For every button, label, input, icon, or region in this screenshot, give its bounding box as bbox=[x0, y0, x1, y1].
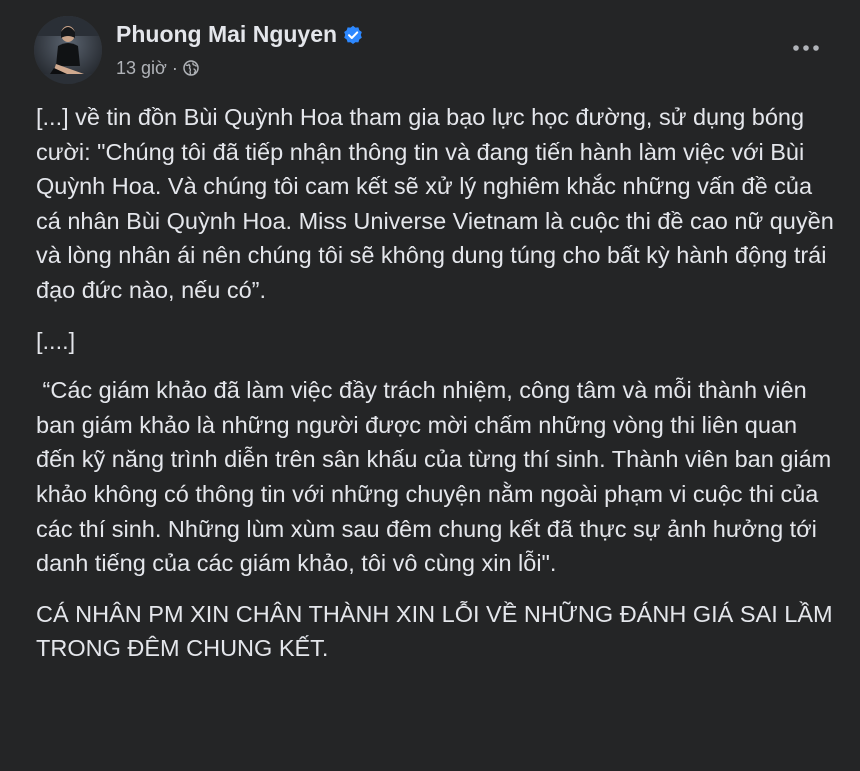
facebook-post: Phuong Mai Nguyen 13 giờ · [...] về tin đ… bbox=[0, 0, 860, 771]
post-paragraph-4: CÁ NHÂN PM XIN CHÂN THÀNH XIN LỖI VỀ NHỮ… bbox=[36, 600, 833, 662]
more-options-button[interactable] bbox=[784, 32, 828, 64]
post-timestamp[interactable]: 13 giờ bbox=[116, 58, 167, 78]
avatar-photo bbox=[34, 16, 102, 84]
post-meta: 13 giờ · bbox=[116, 56, 199, 80]
post-paragraph-1: [...] về tin đồn Bùi Quỳnh Hoa tham gia … bbox=[36, 104, 834, 303]
avatar[interactable] bbox=[34, 16, 102, 84]
post-message: [...] về tin đồn Bùi Quỳnh Hoa tham gia … bbox=[36, 100, 836, 666]
verified-badge-icon bbox=[344, 25, 362, 44]
post-paragraph-3: “Các giám khảo đã làm việc đầy trách nhi… bbox=[36, 377, 838, 577]
author-name[interactable]: Phuong Mai Nguyen bbox=[116, 21, 337, 47]
more-horizontal-icon bbox=[793, 45, 819, 51]
post-paragraph-2: [....] bbox=[36, 327, 76, 354]
globe-icon[interactable] bbox=[183, 60, 199, 76]
author-name-row: Phuong Mai Nguyen bbox=[116, 20, 363, 48]
meta-separator: · bbox=[171, 58, 178, 78]
